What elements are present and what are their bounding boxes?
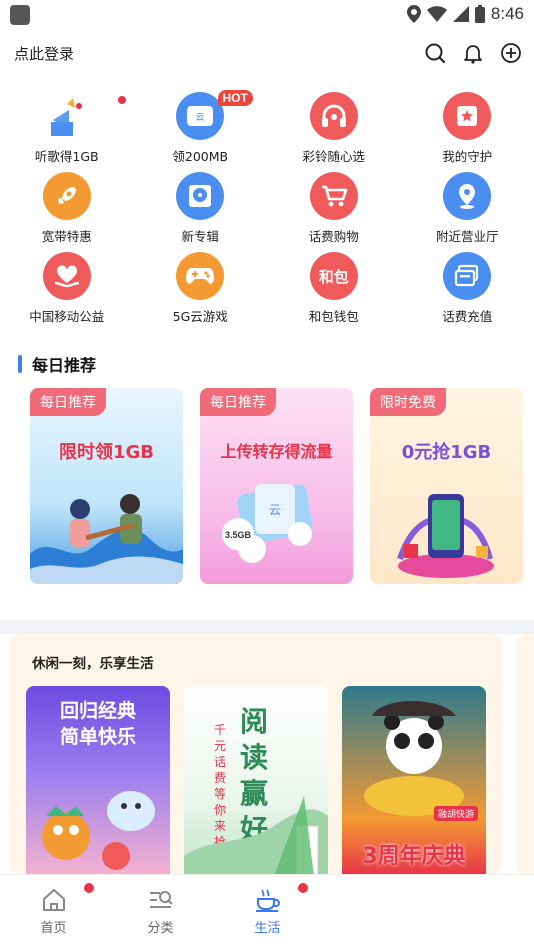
grid-item-cloud-game[interactable]: 5G云游戏 [134,248,268,328]
category-icon [149,891,173,908]
add-icon[interactable] [500,42,522,64]
daily-card-free[interactable]: 限时免费 0元抢1GB [370,388,523,584]
bell-icon[interactable] [462,42,484,64]
search-icon[interactable] [424,42,446,64]
nav-item-category[interactable]: 分类 [107,875,214,948]
grid-item-broadband[interactable]: 宽带特惠 [0,168,134,248]
card-headline: 限时领1GB [58,442,155,463]
login-link[interactable]: 点此登录 [14,43,74,64]
book-illustration [184,796,328,876]
grid-label: 中国移动公益 [29,309,105,324]
daily-cards: 每日推荐 限时领1GB 每日推荐 上传转存得流量 云 3.5GB 限时免费 0元… [30,388,523,584]
location-pin-icon [443,172,492,220]
grid-label: 彩铃随心选 [302,149,365,164]
grid-label: 新专辑 [181,229,219,244]
daily-card-upload[interactable]: 每日推荐 上传转存得流量 云 3.5GB [200,388,353,584]
section-header-daily: 每日推荐 [18,352,96,376]
leisure-card-classic[interactable]: 回归经典 简单快乐 [26,686,170,876]
game-character-illustration [42,791,155,870]
svg-text:云: 云 [196,113,205,123]
status-bar: 8:46 [0,0,534,30]
grid-label: 我的守护 [442,149,493,164]
grid-item-wallet[interactable]: 和包 和包钱包 [267,248,401,328]
rocket-icon [42,172,91,220]
top-bar: 点此登录 [0,36,534,72]
shopping-cart-icon [309,172,358,220]
heart-hand-icon [42,252,91,300]
wallet-icon-text: 和包 [318,267,349,286]
location-icon [406,5,421,23]
gamepad-icon [176,252,225,300]
card-headline: 上传转存得流量 [220,442,333,461]
grid-item-charity[interactable]: 中国移动公益 [0,248,134,328]
service-grid: 听歌得1GB 云 领200MB HOT 彩铃随心选 我的守护 宽带特惠 新专辑 … [0,88,534,328]
wifi-icon [426,6,447,22]
card-tag: 限时免费 [370,388,446,416]
grid-item-cloud-drive[interactable]: 云 领200MB HOT [134,88,268,168]
hot-badge: HOT [217,90,253,106]
clock-text: 8:46 [490,4,524,23]
grid-item-music-gift[interactable]: 听歌得1GB [0,88,134,168]
cd-album-icon [176,172,225,220]
music-illustration [30,494,183,584]
nav-label: 首页 [40,921,67,936]
grid-label: 话费购物 [308,229,359,244]
nav-item-life[interactable]: 生活 [214,875,321,948]
svg-text:3.5GB: 3.5GB [225,530,252,540]
cloud-storage-illustration: 云 3.5GB [222,484,313,563]
grid-label: 附近营业厅 [435,229,499,244]
card-big-text: 3周年庆典 [362,844,466,869]
coffee-cup-icon [255,889,280,912]
grid-label: 5G云游戏 [172,309,228,324]
notification-dot [84,883,94,893]
card-tag: 每日推荐 [30,388,106,416]
battery-icon [474,5,485,23]
grid-item-recharge[interactable]: 话费充值 [401,248,534,328]
grid-label: 听歌得1GB [34,149,99,164]
card-tag: 每日推荐 [200,388,276,416]
card-line-1: 回归经典 [59,700,136,722]
grid-label: 和包钱包 [308,309,359,324]
game-badge: 融胡快游 [433,806,478,821]
card-headline: 0元抢1GB [401,442,492,463]
grid-item-nearby-store[interactable]: 附近营业厅 [401,168,534,248]
grid-label: 宽带特惠 [41,229,92,244]
leisure-card-anniversary[interactable]: 融胡快游 3周年庆典 [342,686,486,876]
grid-item-ringtone[interactable]: 彩铃随心选 [267,88,401,168]
home-icon [42,889,65,911]
notification-dot [118,96,126,104]
grid-label: 领200MB [172,149,229,164]
grid-item-album[interactable]: 新专辑 [134,168,268,248]
leisure-panel: 休闲一刻，乐享生活 回归经典 简单快乐 千元话费等你来抢 阅读赢好礼 [10,634,502,876]
svg-text:云: 云 [269,503,281,517]
daily-card-1gb[interactable]: 每日推荐 限时领1GB [30,388,183,584]
recharge-card-icon [443,252,492,300]
section-accent-bar [18,355,22,373]
leisure-title: 休闲一刻，乐享生活 [32,656,154,672]
phone-illustration [397,494,494,578]
app-notification-icon [10,5,30,25]
nav-label: 生活 [254,921,281,936]
card-line-2: 简单快乐 [59,726,136,748]
grid-item-shopping[interactable]: 话费购物 [267,168,401,248]
nav-item-home[interactable]: 首页 [0,875,107,948]
bottom-nav: 首页 分类 生活 [0,874,534,948]
leisure-card-reading[interactable]: 千元话费等你来抢 阅读赢好礼 [184,686,328,876]
music-gift-icon [43,92,91,140]
notification-dot [298,883,308,893]
section-title: 每日推荐 [32,356,97,375]
star-shield-icon [443,92,492,140]
grid-label: 话费充值 [442,309,493,324]
hebao-wallet-icon: 和包 [309,252,358,300]
leisure-panel-next [516,634,534,874]
headphones-icon [309,92,358,140]
section-divider [0,620,534,634]
nav-label: 分类 [147,921,174,936]
panda-illustration [364,701,464,816]
grid-item-guardian[interactable]: 我的守护 [401,88,534,168]
signal-icon [452,6,469,22]
